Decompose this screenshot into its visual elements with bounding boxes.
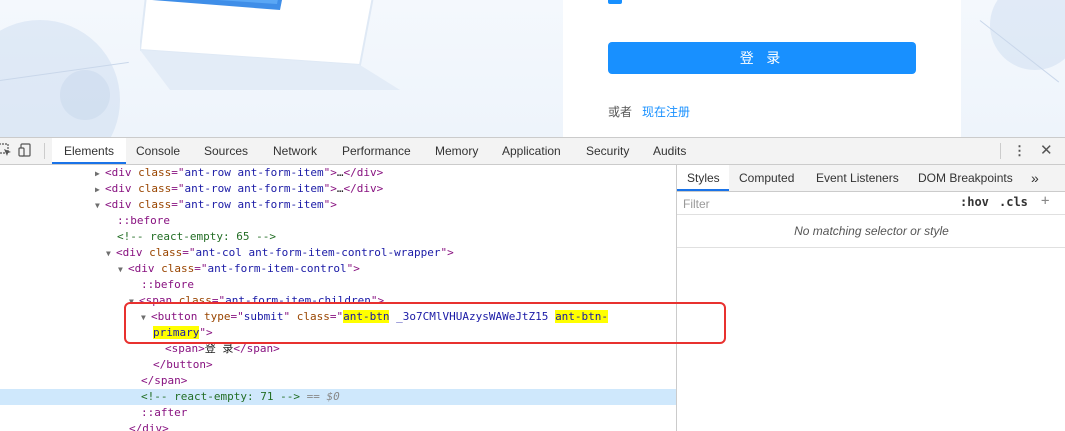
dom-pseudo-after[interactable]: ::after xyxy=(141,405,676,421)
dom-node-button[interactable]: ▼ <button type="submit" class="ant-btn _3… xyxy=(141,309,676,325)
tab-performance[interactable]: Performance xyxy=(342,138,411,164)
tab-computed[interactable]: Computed xyxy=(739,165,794,191)
decor-circle xyxy=(990,0,1065,70)
tab-audits[interactable]: Audits xyxy=(653,138,686,164)
dom-node[interactable]: ▶ <div class="ant-row ant-form-item">…</d… xyxy=(95,165,676,181)
expand-arrow-icon[interactable]: ▶ xyxy=(95,166,105,182)
styles-sidebar: Styles Computed Event Listeners DOM Brea… xyxy=(676,165,1065,431)
toolbar-separator xyxy=(1000,143,1001,159)
tab-console[interactable]: Console xyxy=(136,138,180,164)
more-options-icon[interactable]: ⋮ xyxy=(1013,143,1026,159)
styles-filter-row: :hov .cls + xyxy=(677,192,1065,215)
dom-node[interactable]: ▼ <div class="ant-form-item-control"> xyxy=(118,261,676,277)
search-highlight: ant-btn xyxy=(343,310,390,323)
chevron-double-right-icon[interactable]: » xyxy=(1031,165,1039,191)
search-highlight: primary xyxy=(153,326,200,339)
remember-checkbox[interactable] xyxy=(608,0,622,4)
device-toolbar-icon[interactable] xyxy=(18,143,32,160)
dom-node[interactable]: ▶ <div class="ant-row ant-form-item">…</d… xyxy=(95,181,676,197)
tab-memory[interactable]: Memory xyxy=(435,138,478,164)
tab-dom-breakpoints[interactable]: DOM Breakpoints xyxy=(918,165,1013,191)
devtools-panel: Elements Console Sources Network Perform… xyxy=(0,137,1065,431)
tab-event-listeners[interactable]: Event Listeners xyxy=(816,165,899,191)
dom-node[interactable]: ▼ <span class="ant-form-item-children"> xyxy=(129,293,676,309)
collapse-arrow-icon[interactable]: ▼ xyxy=(141,310,151,326)
dom-comment[interactable]: <!-- react-empty: 65 --> xyxy=(117,229,676,245)
collapse-arrow-icon[interactable]: ▼ xyxy=(106,246,116,262)
register-link[interactable]: 现在注册 xyxy=(642,103,690,120)
dom-node[interactable]: ▼ <div class="ant-row ant-form-item"> xyxy=(95,197,676,213)
close-icon[interactable]: ✕ xyxy=(1040,141,1053,159)
dom-comment-selected[interactable]: <!-- react-empty: 71 --> == $0 xyxy=(0,389,676,405)
dom-close-tag[interactable]: </button> xyxy=(153,357,676,373)
dom-node[interactable]: ▼ <div class="ant-col ant-form-item-contr… xyxy=(106,245,676,261)
collapse-arrow-icon[interactable]: ▼ xyxy=(129,294,139,310)
sidebar-tabbar: Styles Computed Event Listeners DOM Brea… xyxy=(677,165,1065,192)
web-page: 登 录 或者 现在注册 xyxy=(0,0,1065,137)
search-highlight: ant-btn- xyxy=(555,310,609,323)
no-matching-message: No matching selector or style xyxy=(677,215,1065,248)
inspect-element-icon[interactable] xyxy=(0,143,12,160)
tab-sources[interactable]: Sources xyxy=(204,138,248,164)
dom-close-tag[interactable]: </span> xyxy=(141,373,676,389)
collapse-arrow-icon[interactable]: ▼ xyxy=(95,198,105,214)
toolbar-separator xyxy=(44,143,45,159)
add-rule-button[interactable]: + xyxy=(1041,193,1049,209)
dom-node-button-cont[interactable]: primary"> xyxy=(153,325,676,341)
or-text: 或者 xyxy=(608,105,633,119)
hover-state-button[interactable]: :hov xyxy=(960,195,989,209)
tab-network[interactable]: Network xyxy=(273,138,317,164)
collapse-arrow-icon[interactable]: ▼ xyxy=(118,262,128,278)
tab-styles[interactable]: Styles xyxy=(687,165,720,191)
expand-arrow-icon[interactable]: ▶ xyxy=(95,182,105,198)
dom-tree[interactable]: ▶ <div class="ant-row ant-form-item">…</d… xyxy=(0,165,676,431)
devtools-tabbar: Elements Console Sources Network Perform… xyxy=(0,138,1065,165)
dom-node[interactable]: <span>登 录</span> xyxy=(165,341,676,357)
dom-pseudo-before[interactable]: ::before xyxy=(141,277,676,293)
tab-security[interactable]: Security xyxy=(586,138,629,164)
laptop-illustration xyxy=(140,0,400,90)
tab-application[interactable]: Application xyxy=(502,138,561,164)
styles-filter-input[interactable] xyxy=(681,194,951,214)
dom-pseudo-before[interactable]: ::before xyxy=(117,213,676,229)
class-toggle-button[interactable]: .cls xyxy=(999,195,1028,209)
tab-elements[interactable]: Elements xyxy=(64,138,114,164)
decor-circle xyxy=(60,70,110,120)
login-button[interactable]: 登 录 xyxy=(608,42,916,74)
